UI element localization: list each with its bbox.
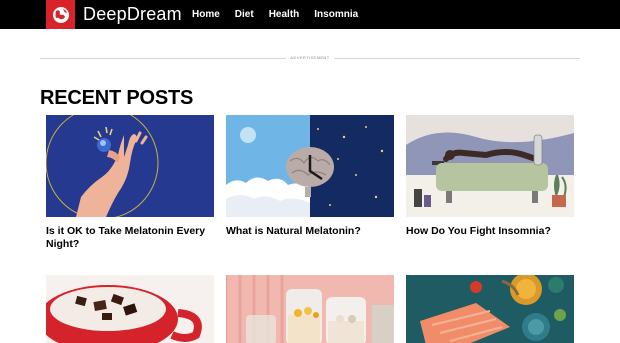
logo-icon[interactable] <box>46 0 75 29</box>
post-card[interactable]: What is Natural Melatonin? <box>226 115 394 238</box>
post-title[interactable]: How Do You Fight Insomnia? <box>406 225 574 238</box>
post-thumbnail-insomnia-bath[interactable] <box>406 115 574 217</box>
nav-diet[interactable]: Diet <box>235 0 254 29</box>
post-thumbnail-melatonin-hand[interactable] <box>46 115 214 217</box>
post-thumbnail-hot-chocolate[interactable] <box>46 275 214 343</box>
brand-name[interactable]: DeepDream <box>83 3 182 25</box>
top-navbar: DeepDream Home Diet Health Insomnia <box>0 0 620 29</box>
divider-line-right <box>334 58 580 59</box>
post-title[interactable]: Is it OK to Take Melatonin Every Night? <box>46 225 214 250</box>
post-card[interactable] <box>406 275 574 343</box>
post-card[interactable] <box>46 275 214 343</box>
advertisement-divider: ADVERTISEMENT <box>40 55 580 61</box>
post-card[interactable] <box>226 275 394 343</box>
nav-insomnia[interactable]: Insomnia <box>314 0 358 29</box>
section-title: RECENT POSTS <box>40 87 194 109</box>
nav-health[interactable]: Health <box>269 0 300 29</box>
post-thumbnail-natural-melatonin[interactable] <box>226 115 394 217</box>
globe-icon <box>52 6 69 23</box>
post-card[interactable]: Is it OK to Take Melatonin Every Night? <box>46 115 214 250</box>
post-card[interactable]: How Do You Fight Insomnia? <box>406 115 574 238</box>
main-nav: Home Diet Health Insomnia <box>192 0 373 29</box>
nav-home[interactable]: Home <box>192 0 220 29</box>
post-thumbnail-salmon[interactable] <box>406 275 574 343</box>
post-thumbnail-jars[interactable] <box>226 275 394 343</box>
post-title[interactable]: What is Natural Melatonin? <box>226 225 394 238</box>
